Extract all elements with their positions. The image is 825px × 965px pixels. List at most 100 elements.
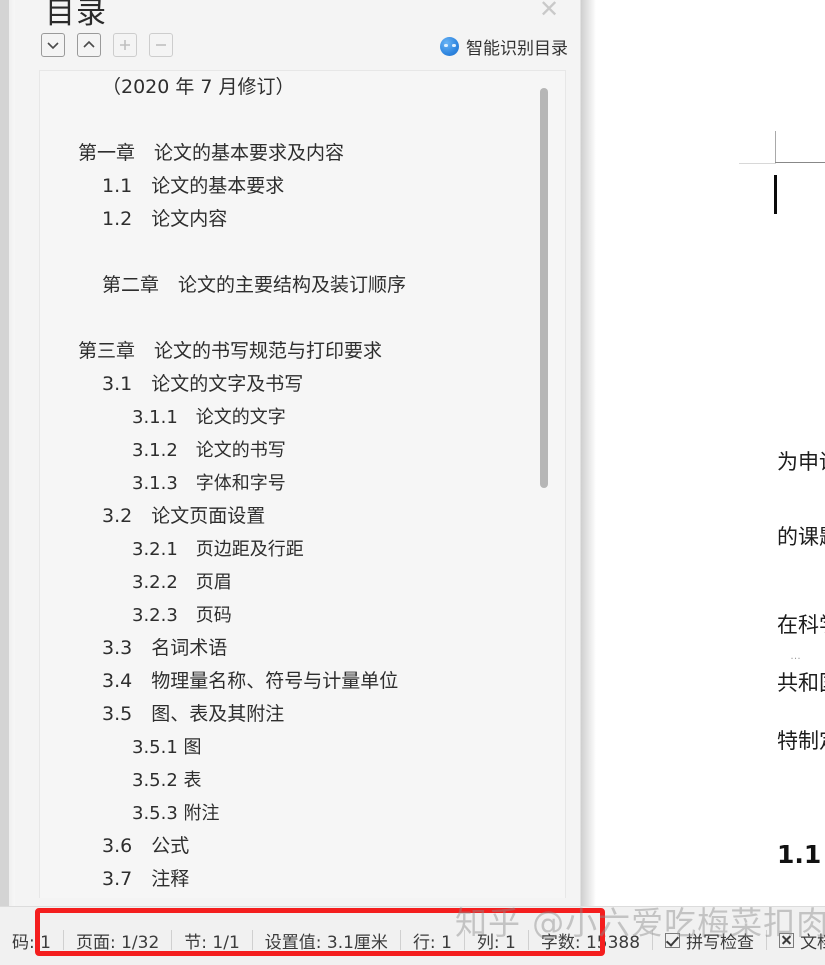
toc-entry[interactable]: 3.5.2 表 (40, 764, 565, 797)
line-status-label: 行: 1 (412, 932, 452, 953)
toc-entry[interactable]: 3.1.2 论文的书写 (40, 434, 565, 467)
toc-entry[interactable]: 3.7 注释 (40, 863, 565, 896)
toc-panel-title: 目录 (45, 0, 107, 31)
toc-entry[interactable]: 3.1.3 字体和字号 (40, 467, 565, 500)
document-text-line: 为申请 (777, 450, 825, 474)
word-count-status-label: 字数: 15388 (540, 932, 641, 953)
toc-entry[interactable]: 3.4 物理量名称、符号与计量单位 (40, 665, 565, 698)
toc-entry-label: 第二章 论文的主要结构及装订顺序 (102, 274, 407, 296)
toc-entry-label: 3.5.2 表 (132, 770, 202, 791)
demote-button[interactable] (149, 33, 173, 57)
line-status[interactable]: 行: 1 (401, 923, 464, 957)
page-status-label: 页面: 1/32 (75, 932, 160, 953)
chevron-up-icon (83, 40, 95, 48)
toc-entry-label: 第一章 论文的基本要求及内容 (78, 142, 345, 164)
margin-marker-vertical (775, 131, 776, 163)
toc-entry-label: 3.1 论文的文字及书写 (102, 373, 304, 395)
window-left-gutter (0, 0, 9, 906)
toc-spacer (40, 302, 565, 335)
minus-icon (156, 44, 166, 46)
document-canvas[interactable]: 为申请 的课题 在科学 … 共和国 特制定 1.1 (581, 0, 825, 906)
toc-entry[interactable]: 1.1 论文的基本要求 (40, 170, 565, 203)
document-check-status-label: 文档校 (800, 932, 825, 953)
chevron-down-icon (47, 42, 59, 50)
document-edge-shadow (581, 0, 596, 906)
margin-marker-horizontal (775, 162, 825, 163)
toc-entry-label: 3.3 名词术语 (102, 637, 228, 659)
toc-entry[interactable]: 3.5 图、表及其附注 (40, 698, 565, 731)
document-heading: 1.1 (777, 840, 822, 869)
toc-entry[interactable]: 3.2.2 页眉 (40, 566, 565, 599)
toc-spacer (40, 104, 565, 137)
toc-entry[interactable]: （2020 年 7 月修订） (40, 71, 565, 104)
smart-recognize-toc-button[interactable]: 智能识别目录 (440, 33, 568, 59)
document-text-line: 的课题 (777, 525, 825, 549)
toc-entry[interactable]: 3.2 论文页面设置 (40, 500, 565, 533)
toc-entry[interactable]: 3.5.1 图 (40, 731, 565, 764)
toc-entry-label: 1.2 论文内容 (102, 208, 228, 230)
toc-entry[interactable]: 3.2.1 页边距及行距 (40, 533, 565, 566)
toc-entry-label: 3.2.2 页眉 (132, 572, 232, 593)
expand-down-button[interactable] (41, 33, 65, 57)
toc-entry-label: 3.1.3 字体和字号 (132, 473, 286, 494)
wps-writer-window: 目录 ✕ 智能识别目录 （2020 年 7 月修订） 第一章 论文的基本要求及内… (0, 0, 825, 965)
toc-scrollbar-thumb[interactable] (540, 88, 548, 488)
toc-entry[interactable]: 3.3 名词术语 (40, 632, 565, 665)
toc-scrollbar-track[interactable] (540, 74, 557, 894)
spell-check-status[interactable]: 拼写检查 (653, 923, 766, 957)
toc-entry[interactable]: 3.2.3 页码 (40, 599, 565, 632)
text-cursor (774, 175, 777, 214)
margin-marker-horizontal-light (739, 163, 776, 164)
page-number-status[interactable]: 码: 1 (0, 923, 63, 957)
toc-entry[interactable]: 3.1 论文的文字及书写 (40, 368, 565, 401)
toc-entry[interactable]: 3.6 公式 (40, 830, 565, 863)
toc-entry[interactable]: 第一章 论文的基本要求及内容 (40, 137, 565, 170)
toc-entry-label: （2020 年 7 月修订） (102, 76, 295, 98)
toc-entry[interactable]: 第三章 论文的书写规范与打印要求 (40, 335, 565, 368)
document-ellipsis: … (790, 650, 803, 662)
word-count-status[interactable]: 字数: 15388 (529, 923, 652, 957)
toc-entry-label: 3.2 论文页面设置 (102, 505, 266, 527)
toc-entry[interactable]: 3.5.3 附注 (40, 797, 565, 830)
toc-entry-label: 3.1.2 论文的书写 (132, 440, 286, 461)
section-status-label: 节: 1/1 (184, 932, 240, 953)
checkbox-checked-icon (665, 932, 681, 948)
toc-entry-label: 3.5.3 附注 (132, 803, 220, 824)
toc-entry-label: 3.2.3 页码 (132, 605, 232, 626)
smart-recognize-toc-label: 智能识别目录 (466, 38, 568, 59)
document-text-line: 特制定 (777, 729, 825, 753)
document-text-line: 共和国 (777, 671, 825, 695)
setting-value-status-label: 设置值: 3.1厘米 (264, 932, 388, 953)
toc-list-container: （2020 年 7 月修订） 第一章 论文的基本要求及内容 1.1 论文的基本要求 1… (39, 70, 566, 898)
status-bar-items: 码: 1 页面: 1/32 节: 1/1 设置值: 3.1厘米 行: 1 列: 1 字数: … (0, 923, 825, 957)
toc-entry[interactable]: 3.1.1 论文的文字 (40, 401, 565, 434)
toc-entry-label: 3.6 公式 (102, 835, 190, 857)
column-status-label: 列: 1 (476, 932, 516, 953)
promote-button[interactable] (113, 33, 137, 57)
toc-spacer (40, 236, 565, 269)
toc-list: （2020 年 7 月修订） 第一章 论文的基本要求及内容 1.1 论文的基本要求 1… (40, 71, 565, 896)
checkbox-cross-icon (779, 932, 795, 948)
toc-navigation-pane: 目录 ✕ 智能识别目录 （2020 年 7 月修订） 第一章 论文的基本要求及内… (15, 0, 581, 906)
toc-entry-label: 3.5 图、表及其附注 (102, 703, 285, 725)
toc-entry-label: 3.4 物理量名称、符号与计量单位 (102, 670, 399, 692)
status-bar: 码: 1 页面: 1/32 节: 1/1 设置值: 3.1厘米 行: 1 列: 1 字数: … (0, 906, 825, 965)
document-check-status[interactable]: 文档校 (767, 923, 825, 957)
setting-value-status[interactable]: 设置值: 3.1厘米 (253, 923, 400, 957)
close-icon[interactable]: ✕ (529, 0, 569, 26)
toc-entry-label: 3.5.1 图 (132, 737, 202, 758)
toc-entry-label: 3.1.1 论文的文字 (132, 407, 286, 428)
column-status[interactable]: 列: 1 (465, 923, 528, 957)
toc-entry[interactable]: 第二章 论文的主要结构及装订顺序 (40, 269, 565, 302)
toc-entry-label: 第三章 论文的书写规范与打印要求 (78, 340, 383, 362)
page-status[interactable]: 页面: 1/32 (64, 923, 171, 957)
toc-entry-label: 3.2.1 页边距及行距 (132, 539, 304, 560)
toc-entry-label: 1.1 论文的基本要求 (102, 175, 285, 197)
page-number-status-label: 码: 1 (12, 932, 51, 953)
collapse-up-button[interactable] (77, 33, 101, 57)
plus-icon (120, 40, 130, 50)
toc-entry-label: 3.7 注释 (102, 868, 190, 890)
spell-check-status-label: 拼写检查 (686, 932, 755, 953)
section-status[interactable]: 节: 1/1 (172, 923, 252, 957)
toc-entry[interactable]: 1.2 论文内容 (40, 203, 565, 236)
